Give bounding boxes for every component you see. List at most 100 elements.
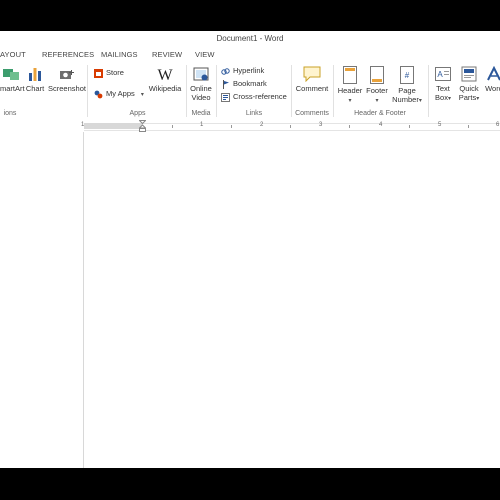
comments-group-label: Comments: [295, 110, 329, 117]
document-page[interactable]: [0, 132, 500, 468]
my-apps-icon: [94, 90, 103, 98]
hyperlink-button[interactable]: Hyperlink: [221, 66, 264, 76]
footer-icon: [370, 66, 384, 84]
smartart-label: martArt: [0, 84, 25, 93]
ruler-number: 1: [81, 122, 85, 128]
wikipedia-icon: W: [157, 67, 173, 82]
links-group-label: Links: [245, 110, 263, 117]
hyperlink-icon: [221, 67, 230, 75]
bookmark-button[interactable]: Bookmark: [221, 79, 267, 89]
wordart-label: Word: [485, 84, 500, 93]
quick-parts-icon: [461, 66, 477, 82]
comment-button[interactable]: Comment: [294, 66, 330, 93]
chevron-down-icon: ▾: [375, 98, 379, 104]
illustrations-group-label: ions: [3, 110, 17, 117]
ruler-number: 1: [200, 122, 204, 128]
header-footer-group-label: Header & Footer: [354, 110, 406, 117]
quick-parts-button[interactable]: Quick Parts▾: [456, 66, 482, 104]
group-divider: [428, 65, 429, 117]
quick-parts-label-1: Quick: [459, 84, 479, 93]
comment-icon: [303, 66, 321, 82]
chart-button[interactable]: Chart: [24, 66, 46, 93]
wikipedia-button[interactable]: W Wikipedia: [148, 66, 182, 93]
tab-references[interactable]: REFERENCES: [42, 50, 94, 59]
group-divider: [87, 65, 88, 117]
text-box-button[interactable]: A Text Box▾: [431, 66, 455, 104]
tab-view[interactable]: VIEW: [195, 50, 215, 59]
header-label: Header: [337, 86, 363, 95]
text-box-icon: A: [435, 67, 451, 81]
screenshot-label: Screenshot: [48, 84, 86, 93]
tab-review[interactable]: REVIEW: [152, 50, 182, 59]
tab-mailings[interactable]: MAILINGS: [101, 50, 138, 59]
ruler-number: 2: [260, 122, 264, 128]
page-number-icon: #: [400, 66, 414, 84]
footer-button[interactable]: Footer ▾: [364, 66, 390, 106]
indent-marker-icon[interactable]: [139, 120, 146, 132]
ribbon: martArt Chart Screenshot ions Store My A…: [0, 62, 500, 121]
group-divider: [333, 65, 334, 117]
chevron-down-icon: ▾: [348, 98, 352, 104]
media-group-label: Media: [191, 110, 211, 117]
screenshot-button[interactable]: Screenshot: [48, 66, 86, 93]
smartart-icon: [3, 69, 19, 80]
cross-reference-button[interactable]: Cross-reference: [221, 92, 287, 102]
ruler-tick: [349, 125, 350, 128]
chevron-down-icon: ▾: [140, 92, 144, 98]
svg-text:W: W: [157, 67, 173, 82]
text-box-label-1: Text: [436, 84, 450, 93]
header-button[interactable]: Header ▾: [336, 66, 364, 106]
online-video-button[interactable]: Online Video: [188, 66, 214, 102]
wordart-icon: [487, 66, 500, 81]
ruler-number: 4: [379, 122, 383, 128]
chevron-down-icon: ▾: [447, 96, 451, 102]
page-number-label-1: Page: [398, 86, 416, 95]
window-title: Document1 - Word: [216, 34, 284, 43]
camera-icon: [60, 70, 74, 79]
hyperlink-label: Hyperlink: [233, 66, 265, 75]
apps-group-label: Apps: [129, 110, 146, 117]
quick-parts-label-2: Parts: [458, 93, 477, 102]
wikipedia-label: Wikipedia: [148, 84, 182, 93]
page-number-label-2: Number: [392, 95, 419, 104]
ruler-margin: [84, 123, 142, 129]
ruler-number: 5: [438, 122, 442, 128]
tab-page-layout[interactable]: AYOUT: [0, 50, 26, 59]
word-window: Document1 - Word AYOUT REFERENCES MAILIN…: [0, 31, 500, 468]
svg-text:#: #: [405, 71, 410, 80]
store-button[interactable]: Store: [94, 68, 124, 78]
comment-label: Comment: [295, 84, 329, 93]
online-video-label-2: Video: [191, 93, 211, 102]
store-label: Store: [106, 68, 124, 77]
bookmark-label: Bookmark: [233, 79, 267, 88]
page-number-button[interactable]: # Page Number▾: [389, 66, 425, 106]
ruler-tick: [172, 125, 173, 128]
ribbon-tabs: AYOUT REFERENCES MAILINGS REVIEW VIEW: [0, 46, 500, 62]
page-edge: [83, 132, 84, 468]
ruler-tick: [409, 125, 410, 128]
group-divider: [216, 65, 217, 117]
ruler-tick: [290, 125, 291, 128]
horizontal-ruler: 1 1 2 3 4 5 6: [0, 120, 500, 132]
bookmark-icon: [223, 79, 229, 89]
my-apps-button[interactable]: My Apps ▾: [94, 89, 144, 99]
online-video-label-1: Online: [190, 84, 212, 93]
ruler-tick: [468, 125, 469, 128]
my-apps-label: My Apps: [106, 89, 135, 98]
svg-text:A: A: [437, 70, 443, 79]
chart-icon: [29, 68, 41, 81]
footer-label: Footer: [366, 86, 388, 95]
chart-label: Chart: [25, 84, 45, 93]
store-icon: [94, 68, 103, 78]
ruler-tick: [231, 125, 232, 128]
cross-reference-label: Cross-reference: [233, 92, 287, 101]
wordart-button[interactable]: Word: [482, 66, 500, 93]
ruler-number: 6: [496, 122, 500, 128]
smartart-button[interactable]: martArt: [0, 66, 25, 93]
text-box-label-2: Box: [435, 93, 448, 102]
title-bar: Document1 - Word: [0, 31, 500, 46]
film-icon: [193, 67, 209, 81]
chevron-down-icon: ▾: [418, 98, 422, 104]
cross-reference-icon: [221, 92, 230, 102]
ruler-number: 3: [319, 122, 323, 128]
